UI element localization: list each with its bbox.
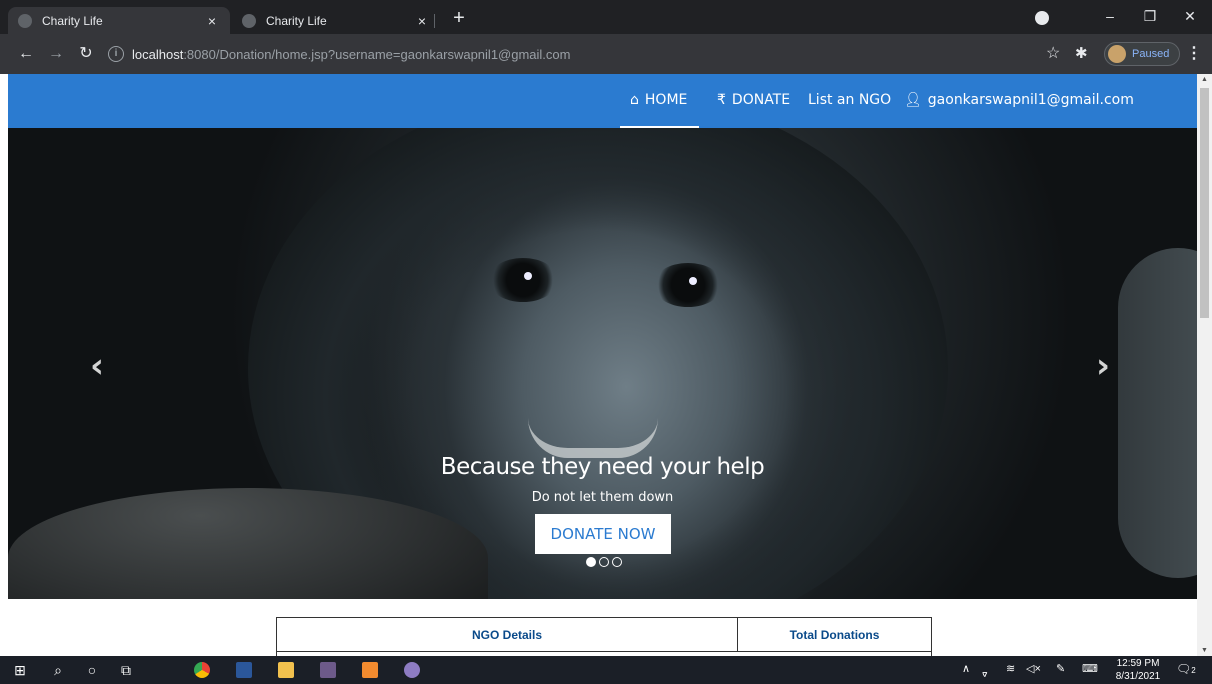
language-icon[interactable]: ᢦ	[982, 662, 988, 681]
reload-icon[interactable]: ↻	[74, 42, 98, 66]
donate-now-button[interactable]: DONATE NOW	[535, 514, 671, 554]
scroll-down-icon[interactable]: ▼	[1197, 647, 1212, 654]
url-path: :8080/Donation/home.jsp?username=gaonkar…	[183, 46, 571, 62]
wifi-icon[interactable]: ≋	[1006, 662, 1015, 675]
page-viewport: ⌂ HOME ₹ DONATE List an NGO 👤︎ gaonkarswapn…	[0, 74, 1212, 656]
table-header-total-donations: Total Donations	[738, 618, 931, 652]
globe-icon	[18, 13, 32, 28]
browser-toolbar: ← → ↻ i localhost :8080/Donation/home.js…	[0, 34, 1212, 74]
home-icon: ⌂	[630, 92, 639, 108]
globe-icon	[242, 13, 256, 28]
extensions-puzzle-icon[interactable]: ✱	[1075, 42, 1088, 66]
profile-status: Paused	[1132, 48, 1170, 60]
cortana-icon[interactable]: ○	[82, 660, 102, 680]
tab-separator	[434, 14, 435, 28]
search-icon[interactable]: ⌕	[48, 660, 68, 680]
nav-donate[interactable]: ₹ DONATE	[717, 74, 790, 128]
nav-user-label: gaonkarswapnil1@gmail.com	[927, 92, 1134, 108]
minimize-icon[interactable]: –	[1090, 4, 1130, 28]
nav-home[interactable]: ⌂ HOME	[620, 74, 700, 128]
carousel-prev-icon[interactable]: ‹	[90, 346, 104, 386]
tab-title: Charity Life	[42, 13, 103, 28]
hero-image-hand	[1118, 248, 1197, 578]
app-icon[interactable]	[320, 662, 336, 678]
tab-title: Charity Life	[266, 13, 327, 28]
hero-subheading: Do not let them down	[531, 490, 674, 505]
task-view-icon[interactable]: ⧉	[116, 660, 136, 680]
rupee-icon: ₹	[717, 92, 726, 108]
scroll-up-icon[interactable]: ▲	[1197, 76, 1212, 83]
clock-time: 12:59 PM	[1116, 658, 1160, 669]
profile-button[interactable]: Paused	[1104, 42, 1180, 66]
avatar	[1108, 45, 1126, 63]
browser-tab-bar: Charity Life × Charity Life × + – ❐ ✕	[0, 0, 1212, 34]
nav-donate-label: DONATE	[731, 92, 791, 108]
carousel-indicators	[586, 557, 622, 567]
system-clock[interactable]: 12:59 PM 8/31/2021	[1112, 657, 1164, 683]
tray-chevron-icon[interactable]: ∧	[962, 662, 970, 675]
nav-home-label: HOME	[644, 92, 688, 108]
hero-image-smile	[528, 418, 658, 458]
word-icon[interactable]	[236, 662, 252, 678]
keyboard-icon[interactable]: ⌨	[1082, 662, 1098, 675]
os-taskbar: ⊞ ⌕ ○ ⧉ ∧ ᢦ ≋ ◁× ✎ ⌨ 12:59 PM 8/31/2021 …	[0, 656, 1212, 684]
pen-icon[interactable]: ✎	[1056, 662, 1065, 675]
paint-icon[interactable]	[404, 662, 420, 678]
info-icon[interactable]: i	[108, 46, 124, 62]
chrome-icon[interactable]	[194, 662, 210, 678]
nav-list-ngo[interactable]: List an NGO	[808, 74, 891, 128]
carousel-indicator[interactable]	[599, 557, 609, 567]
bookmark-star-icon[interactable]: ☆	[1046, 42, 1060, 66]
tab-close-icon[interactable]: ×	[414, 13, 430, 29]
address-bar[interactable]: i localhost :8080/Donation/home.jsp?user…	[108, 41, 578, 67]
windows-start-icon[interactable]: ⊞	[10, 660, 30, 680]
file-explorer-icon[interactable]	[278, 662, 294, 678]
forward-arrow-icon[interactable]: →	[44, 42, 68, 66]
hero-carousel: ‹ › Because they need your help Do not l…	[8, 128, 1197, 599]
tab-close-icon[interactable]: ×	[204, 13, 220, 29]
user-icon: 👤︎	[904, 92, 922, 108]
carousel-indicator[interactable]	[586, 557, 596, 567]
ngo-table: NGO Details Total Donations	[276, 617, 932, 656]
xampp-icon[interactable]	[362, 662, 378, 678]
tab-search-icon[interactable]	[1035, 11, 1049, 25]
hero-image-eye	[653, 263, 723, 307]
notification-icon[interactable]: 🗨︎2	[1176, 662, 1196, 676]
hero-heading: Because they need your help	[440, 454, 765, 480]
restore-icon[interactable]: ❐	[1130, 4, 1170, 28]
url-host: localhost	[132, 46, 184, 62]
clock-date: 8/31/2021	[1115, 671, 1161, 682]
carousel-next-icon[interactable]: ›	[1096, 346, 1110, 386]
carousel-indicator[interactable]	[612, 557, 622, 567]
page-scrollbar[interactable]: ▲ ▼	[1197, 74, 1212, 656]
hero-image-eye	[488, 258, 558, 302]
table-header-ngo-details: NGO Details	[277, 618, 738, 652]
browser-tab-active[interactable]: Charity Life ×	[8, 7, 230, 34]
nav-user[interactable]: 👤︎ gaonkarswapnil1@gmail.com	[904, 74, 1134, 128]
notification-count: 2	[1191, 666, 1196, 675]
site-navbar: ⌂ HOME ₹ DONATE List an NGO 👤︎ gaonkarswapn…	[8, 74, 1197, 128]
back-arrow-icon[interactable]: ←	[14, 42, 38, 66]
browser-tab-inactive[interactable]: Charity Life ×	[232, 7, 440, 34]
scrollbar-thumb[interactable]	[1200, 88, 1209, 318]
menu-kebab-icon[interactable]: ⋮	[1186, 42, 1202, 66]
close-window-icon[interactable]: ✕	[1170, 4, 1210, 28]
new-tab-button[interactable]: +	[446, 7, 472, 31]
volume-muted-icon[interactable]: ◁×	[1026, 662, 1041, 675]
